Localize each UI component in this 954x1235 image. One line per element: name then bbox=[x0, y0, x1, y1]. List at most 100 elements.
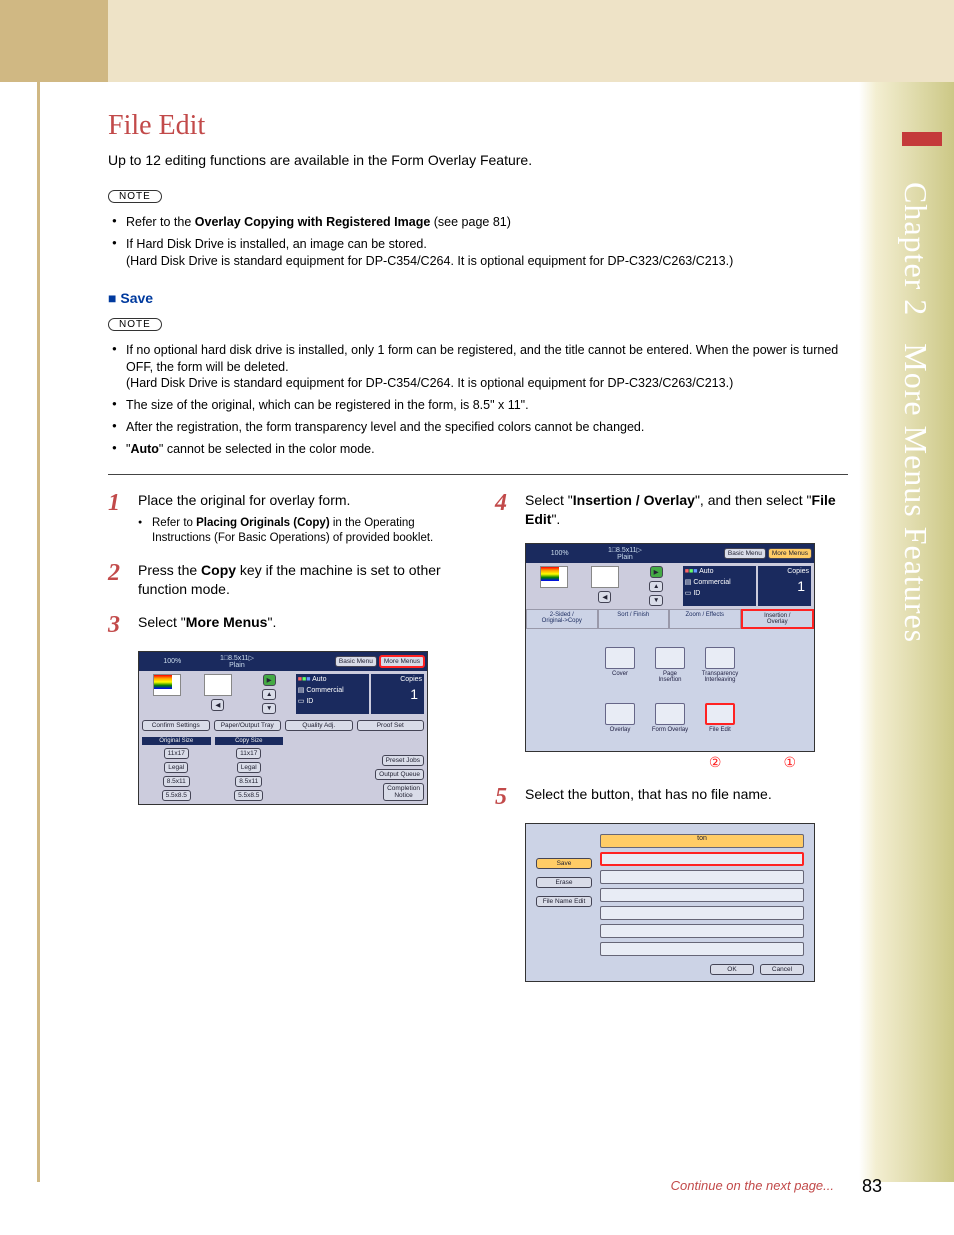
file-slot[interactable] bbox=[600, 888, 804, 902]
cancel-button[interactable]: Cancel bbox=[760, 964, 804, 975]
step-body: Select "More Menus". bbox=[138, 613, 461, 637]
ok-button[interactable]: OK bbox=[710, 964, 754, 975]
tab-2sided[interactable]: 2-Sided / Original->Copy bbox=[526, 609, 598, 629]
side-tab-accent bbox=[902, 132, 942, 146]
more-menus-button[interactable]: More Menus bbox=[768, 548, 812, 559]
arrow-down-button[interactable]: ▼ bbox=[262, 703, 276, 714]
size-button[interactable]: 11x17 bbox=[164, 748, 189, 759]
file-slot[interactable] bbox=[600, 906, 804, 920]
file-slot-empty[interactable] bbox=[600, 852, 804, 866]
size-button[interactable]: Legal bbox=[237, 762, 261, 773]
size-button[interactable]: 5.5x8.5 bbox=[162, 790, 191, 801]
confirm-settings-button[interactable]: Confirm Settings bbox=[142, 720, 210, 731]
overlay-icon[interactable]: Overlay bbox=[600, 703, 640, 733]
chapter-number: Chapter 2 bbox=[898, 182, 934, 316]
lcd-statusbar: 100% 1□8.5x11▷ Plain Basic Menu More Men… bbox=[526, 544, 814, 563]
file-slot-header: ton bbox=[600, 834, 804, 848]
arrow-up-button[interactable]: ▲ bbox=[649, 581, 663, 592]
arrow-right-button[interactable]: ▶ bbox=[650, 566, 663, 578]
file-edit-icon[interactable]: File Edit bbox=[700, 703, 740, 733]
arrow-right-button[interactable]: ▶ bbox=[263, 674, 276, 686]
lcd-tabs: 2-Sided / Original->Copy Sort / Finish Z… bbox=[526, 609, 814, 629]
preset-jobs-button[interactable]: Preset Jobs bbox=[382, 755, 424, 766]
completion-notice-button[interactable]: Completion Notice bbox=[383, 783, 424, 801]
note-badge: NOTE bbox=[108, 190, 162, 203]
page-insertion-icon[interactable]: Page Insertion bbox=[650, 647, 690, 683]
size-button[interactable]: 8.5x11 bbox=[163, 776, 190, 787]
callout-1: ① bbox=[783, 754, 796, 771]
note1-item: Refer to the Overlay Copying with Regist… bbox=[112, 214, 848, 231]
paper-output-tray-button[interactable]: Paper/Output Tray bbox=[214, 720, 282, 731]
side-tab-text: Chapter 2 More Menus Features bbox=[897, 182, 934, 643]
arrow-down-button[interactable]: ▼ bbox=[649, 595, 663, 606]
note1-item: If Hard Disk Drive is installed, an imag… bbox=[112, 236, 848, 270]
orientation-thumb bbox=[204, 674, 232, 696]
step-body: Press the Copy key if the machine is set… bbox=[138, 561, 461, 599]
arrow-left-button[interactable]: ◀ bbox=[598, 591, 611, 603]
step-1: 1 Place the original for overlay form. R… bbox=[108, 491, 461, 547]
note-list-2: If no optional hard disk drive is instal… bbox=[112, 342, 848, 458]
steps-left-col: 1 Place the original for overlay form. R… bbox=[108, 491, 461, 982]
save-button[interactable]: Save bbox=[536, 858, 592, 869]
file-slot[interactable] bbox=[600, 870, 804, 884]
continue-text: Continue on the next page... bbox=[671, 1178, 834, 1193]
intro-text: Up to 12 editing functions are available… bbox=[108, 152, 848, 168]
left-margin-strip bbox=[37, 82, 40, 1182]
note2-item: After the registration, the form transpa… bbox=[112, 419, 848, 436]
arrow-up-button[interactable]: ▲ bbox=[262, 689, 276, 700]
copies-label: Copies bbox=[787, 568, 809, 575]
page-number: 83 bbox=[862, 1176, 882, 1197]
more-menus-button[interactable]: More Menus bbox=[379, 655, 425, 668]
step-body: Select the button, that has no file name… bbox=[525, 785, 848, 809]
color-mode-auto: ■■■ Auto bbox=[685, 568, 754, 575]
paper-type: ▤ Commercial bbox=[685, 578, 754, 586]
page-header-band bbox=[0, 0, 954, 82]
step-5: 5 Select the button, that has no file na… bbox=[495, 785, 848, 809]
size-button[interactable]: 5.5x8.5 bbox=[234, 790, 263, 801]
quality-adj-button[interactable]: Quality Adj. bbox=[285, 720, 353, 731]
note-badge: NOTE bbox=[108, 318, 162, 331]
lcd-screenshot-insertion: 100% 1□8.5x11▷ Plain Basic Menu More Men… bbox=[525, 543, 815, 752]
note2-item: If no optional hard disk drive is instal… bbox=[112, 342, 848, 393]
copy-size-header: Copy Size bbox=[215, 737, 284, 745]
note2-item: The size of the original, which can be r… bbox=[112, 397, 848, 414]
lcd-icon-grid: Cover Page Insertion Transparency Interl… bbox=[526, 629, 814, 751]
callout-2: ② bbox=[709, 754, 722, 771]
erase-button[interactable]: Erase bbox=[536, 877, 592, 888]
note-list-1: Refer to the Overlay Copying with Regist… bbox=[112, 214, 848, 270]
file-name-edit-button[interactable]: File Name Edit bbox=[536, 896, 592, 907]
basic-menu-button[interactable]: Basic Menu bbox=[335, 656, 377, 667]
step-2: 2 Press the Copy key if the machine is s… bbox=[108, 561, 461, 599]
color-mode-auto: ■■■ Auto bbox=[298, 676, 367, 683]
cover-icon[interactable]: Cover bbox=[600, 647, 640, 683]
tab-sort-finish[interactable]: Sort / Finish bbox=[598, 609, 670, 629]
output-queue-button[interactable]: Output Queue bbox=[375, 769, 424, 780]
size-button[interactable]: 11x17 bbox=[236, 748, 261, 759]
save-heading: Save bbox=[108, 290, 848, 306]
page-content: File Edit Up to 12 editing functions are… bbox=[108, 110, 848, 982]
step-number: 5 bbox=[495, 785, 513, 809]
chapter-side-tab: Chapter 2 More Menus Features bbox=[859, 82, 954, 1182]
original-size-header: Original Size bbox=[142, 737, 211, 745]
step-number: 3 bbox=[108, 613, 126, 637]
step-sub-item: Refer to Placing Originals (Copy) in the… bbox=[138, 516, 461, 547]
paper-type: ▤ Commercial bbox=[298, 686, 367, 694]
form-overlay-icon[interactable]: Form Overlay bbox=[650, 703, 690, 733]
lcd-preview-panel: ◀ ▶ ▲ ▼ ■■■ Auto ▤ Commercial ▭ ID Copie… bbox=[139, 671, 427, 717]
basic-menu-button[interactable]: Basic Menu bbox=[724, 548, 766, 559]
lcd-screenshot-basic: 100% 1□8.5x11▷ Plain Basic Menu More Men… bbox=[138, 651, 428, 805]
tab-zoom-effects[interactable]: Zoom / Effects bbox=[669, 609, 741, 629]
step-number: 2 bbox=[108, 561, 126, 599]
file-slot[interactable] bbox=[600, 942, 804, 956]
proof-set-button[interactable]: Proof Set bbox=[357, 720, 425, 731]
tab-insertion-overlay[interactable]: Insertion / Overlay bbox=[741, 609, 815, 629]
file-slot[interactable] bbox=[600, 924, 804, 938]
size-button[interactable]: Legal bbox=[164, 762, 188, 773]
lcd-statusbar: 100% 1□8.5x11▷ Plain Basic Menu More Men… bbox=[139, 652, 427, 671]
copies-label: Copies bbox=[400, 676, 422, 683]
arrow-left-button[interactable]: ◀ bbox=[211, 699, 224, 711]
transparency-interleaving-icon[interactable]: Transparency Interleaving bbox=[700, 647, 740, 683]
size-button[interactable]: 8.5x11 bbox=[235, 776, 262, 787]
step-sub-list: Refer to Placing Originals (Copy) in the… bbox=[138, 516, 461, 547]
copies-count: 1 bbox=[406, 686, 422, 702]
